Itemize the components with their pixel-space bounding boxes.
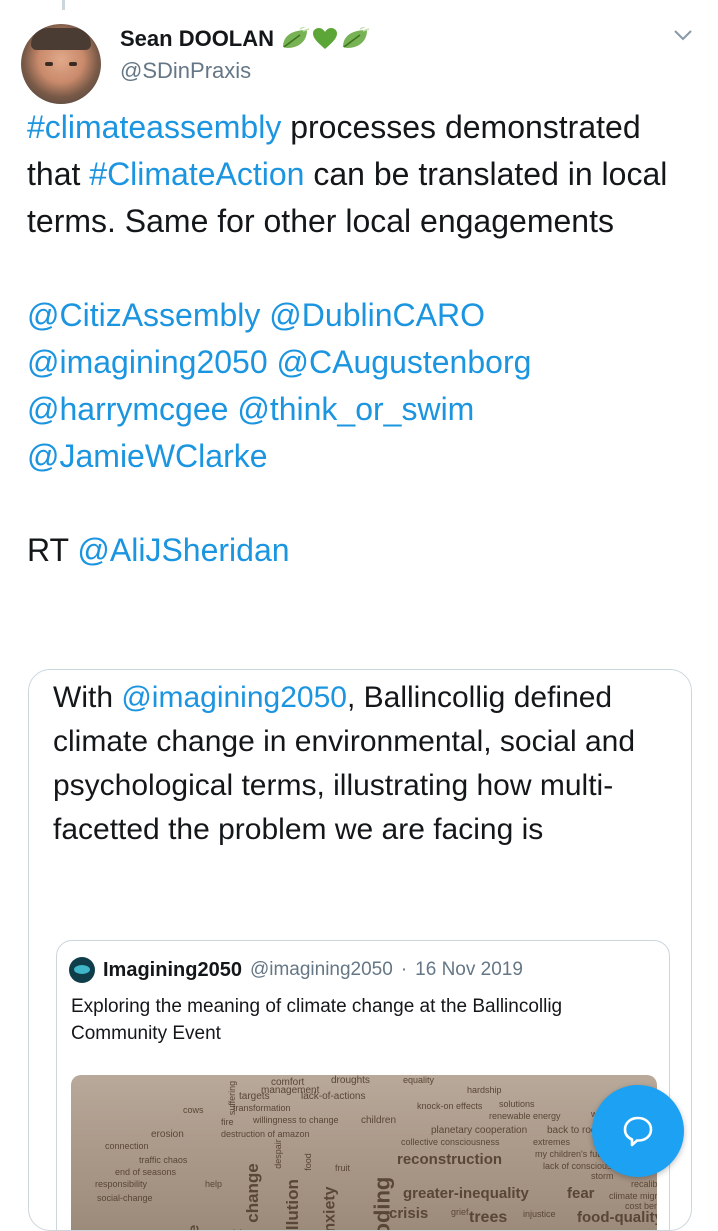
mention-link[interactable]: @CAugustenborg: [277, 344, 532, 380]
word-cloud-word: social-change: [97, 1193, 153, 1203]
avatar-hair: [31, 28, 91, 50]
word-cloud-word: greater-inequality: [403, 1185, 529, 1202]
word-cloud-word: responsibility: [95, 1179, 148, 1189]
word-cloud-word: hardship: [467, 1085, 502, 1095]
nested-quoted-tweet[interactable]: Imagining2050 @imagining2050 · 16 Nov 20…: [56, 940, 670, 1231]
word-cloud-word: extremes: [533, 1137, 571, 1147]
hashtag-link[interactable]: #ClimateAction: [89, 156, 304, 192]
word-cloud-word: injustice: [523, 1209, 556, 1219]
nested-author-name[interactable]: Imagining2050: [103, 959, 242, 982]
word-cloud-word: knock-on effects: [417, 1101, 483, 1111]
mention-link[interactable]: @imagining2050: [27, 344, 268, 380]
word-cloud-word: fruit: [335, 1163, 351, 1173]
word-cloud-word: trees: [469, 1209, 508, 1226]
green-heart-icon: [313, 28, 338, 49]
word-cloud-word: lack-of-actions: [301, 1091, 366, 1102]
word-cloud-word: help: [205, 1179, 223, 1189]
word-cloud-word: reconstruction: [397, 1151, 503, 1168]
nested-author-handle[interactable]: @imagining2050: [250, 959, 393, 981]
word-cloud-word: food: [302, 1153, 313, 1171]
author-name-row[interactable]: Sean DOOLAN: [120, 22, 370, 56]
word-cloud-word: end of seasons: [115, 1167, 177, 1177]
nested-tweet-text: Exploring the meaning of climate change …: [71, 996, 563, 1044]
thread-connector-line: [62, 0, 65, 10]
tweet-body: #climateassembly processes demonstrated …: [27, 104, 697, 574]
mention-link[interactable]: @DublinCARO: [269, 297, 485, 333]
chevron-down-icon: [674, 30, 692, 41]
word-cloud-word: fear: [567, 1185, 595, 1202]
word-cloud-word: pollution: [282, 1179, 302, 1231]
author-handle[interactable]: @SDinPraxis: [120, 58, 251, 84]
leaf-icon: [343, 27, 370, 48]
hashtag-link[interactable]: #climateassembly: [27, 109, 281, 145]
word-cloud-word: food-quality: [577, 1209, 657, 1226]
word-cloud-word: anxiety: [321, 1186, 339, 1231]
nested-tweet-date[interactable]: 16 Nov 2019: [415, 959, 523, 981]
nested-tweet-header: Imagining2050 @imagining2050 · 16 Nov 20…: [69, 957, 523, 983]
word-cloud-word: traffic chaos: [139, 1155, 188, 1165]
word-cloud-word: cows: [183, 1105, 204, 1115]
mention-link[interactable]: @harrymcgee: [27, 391, 228, 427]
word-cloud-word: grief: [451, 1207, 469, 1217]
rt-prefix: RT: [27, 532, 78, 568]
word-cloud-word: recalibration: [631, 1179, 657, 1189]
name-emoji-group: [280, 27, 370, 51]
word-cloud-word: despair: [272, 1139, 283, 1169]
word-cloud-word: transformation: [233, 1103, 291, 1113]
word-cloud-word: erosion: [151, 1129, 184, 1140]
compose-reply-button[interactable]: [592, 1085, 684, 1177]
author-display-name[interactable]: Sean DOOLAN: [120, 26, 274, 52]
word-cloud-word: renewable energy: [489, 1111, 561, 1121]
word-cloud-word: solutions: [499, 1099, 535, 1109]
mention-link[interactable]: @imagining2050: [121, 681, 347, 714]
word-cloud-word: children: [361, 1115, 397, 1126]
word-cloud-word: planetary cooperation: [431, 1125, 528, 1136]
word-cloud-word: droughts: [331, 1075, 370, 1086]
word-cloud-word: ge: [185, 1225, 202, 1230]
avatar-eye-right: [69, 62, 77, 66]
word-cloud-image[interactable]: comfort droughts equality management tar…: [71, 1075, 657, 1231]
word-cloud-word: fire: [221, 1117, 234, 1127]
word-cloud-word: change: [242, 1163, 262, 1223]
word-cloud-word: connection: [105, 1141, 149, 1151]
mentions-paragraph: @CitizAssembly @DublinCARO @imagining205…: [27, 292, 697, 480]
mention-link[interactable]: @AliJSheridan: [77, 532, 289, 568]
retweet-credit: RT @AliJSheridan: [27, 527, 697, 574]
word-cloud-word: storm: [591, 1171, 614, 1181]
quote-prefix: With: [53, 681, 122, 714]
imagining2050-logo-icon: [69, 957, 95, 983]
word-cloud-word: collective consciousness: [401, 1137, 500, 1147]
speech-bubble-icon: [623, 1116, 653, 1147]
tweet-paragraph: #climateassembly processes demonstrated …: [27, 104, 697, 245]
mention-link[interactable]: @think_or_swim: [237, 391, 474, 427]
tweet-options-button[interactable]: [668, 20, 698, 50]
word-cloud-word: willingness to change: [253, 1115, 339, 1125]
quoted-tweet-text: With @imagining2050, Ballincollig define…: [53, 676, 673, 852]
mention-link[interactable]: @CitizAssembly: [27, 297, 260, 333]
word-cloud-word: flooding: [369, 1176, 395, 1231]
avatar[interactable]: [21, 24, 101, 104]
quoted-tweet-card[interactable]: With @imagining2050, Ballincollig define…: [28, 669, 692, 1231]
meta-separator: ·: [400, 959, 408, 980]
avatar-eye-left: [45, 62, 53, 66]
leaf-icon: [283, 27, 310, 48]
word-cloud-word: destruction of amazon: [221, 1129, 310, 1139]
mention-link[interactable]: @JamieWClarke: [27, 438, 268, 474]
word-cloud-word: targets: [239, 1091, 270, 1102]
word-cloud-word: equality: [403, 1075, 435, 1085]
